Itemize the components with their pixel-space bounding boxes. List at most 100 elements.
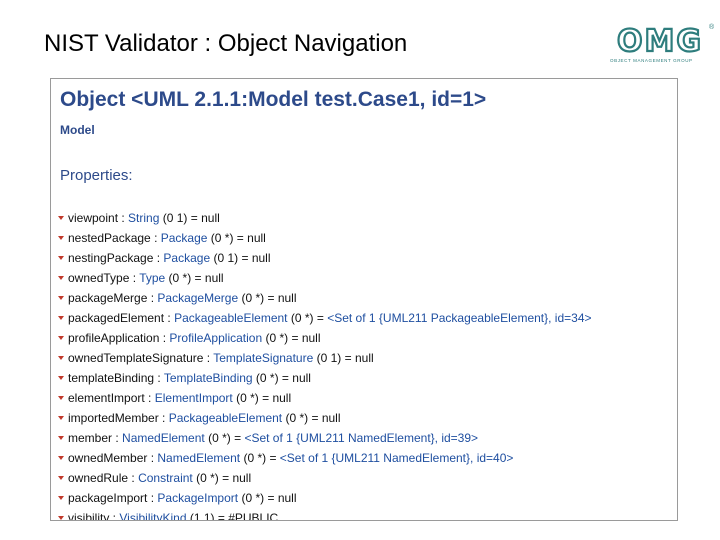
expand-triangle-icon[interactable] — [58, 255, 64, 260]
omg-logo-text: OMG — [617, 24, 703, 58]
property-type-link[interactable]: PackageableElement — [174, 311, 287, 325]
property-name: elementImport — [68, 391, 145, 405]
property-separator: : — [112, 431, 123, 445]
property-row-ownedType: ownedType : Type (0 *) = null — [58, 268, 592, 288]
expand-triangle-icon[interactable] — [58, 355, 64, 360]
property-row-elementImport: elementImport : ElementImport (0 *) = nu… — [58, 388, 592, 408]
property-row-viewpoint: viewpoint : String (0 1) = null — [58, 208, 592, 228]
property-separator: : — [154, 371, 164, 385]
property-type-link[interactable]: VisibilityKind — [119, 511, 186, 520]
expand-triangle-icon[interactable] — [58, 475, 64, 480]
property-value: null — [354, 351, 374, 365]
property-list: viewpoint : String (0 1) = null nestedPac… — [58, 208, 592, 521]
property-separator: : — [128, 471, 139, 485]
property-separator: : — [144, 391, 155, 405]
property-multiplicity: (0 *) = — [207, 231, 248, 245]
property-name: importedMember — [68, 411, 159, 425]
property-value-link[interactable]: <Set of 1 {UML211 NamedElement}, id=40> — [280, 451, 514, 465]
registered-mark: ® — [709, 24, 715, 31]
property-value: #PUBLIC — [228, 511, 279, 521]
property-type-link[interactable]: Package — [163, 251, 210, 265]
property-multiplicity: (0 *) = — [282, 411, 322, 425]
expand-triangle-icon[interactable] — [58, 415, 64, 420]
property-type-link[interactable]: Type — [139, 271, 165, 285]
expand-triangle-icon[interactable] — [58, 215, 64, 220]
expand-triangle-icon[interactable] — [58, 435, 64, 440]
property-value: null — [272, 391, 292, 405]
expand-triangle-icon[interactable] — [58, 395, 64, 400]
property-separator: : — [147, 491, 158, 505]
property-value: null — [277, 491, 297, 505]
property-multiplicity: (0 1) = — [210, 251, 252, 265]
property-separator: : — [129, 271, 140, 285]
property-multiplicity: (1 1) = — [186, 511, 229, 521]
property-separator: : — [147, 291, 158, 305]
property-name: ownedTemplateSignature — [68, 351, 204, 365]
property-separator: : — [158, 411, 169, 425]
expand-triangle-icon[interactable] — [58, 275, 64, 280]
property-value: null — [247, 231, 266, 245]
property-name: member — [68, 431, 113, 445]
property-separator: : — [164, 311, 175, 325]
property-type-link[interactable]: PackageableElement — [169, 411, 282, 425]
property-separator: : — [147, 451, 158, 465]
property-multiplicity: (0 *) = — [232, 391, 273, 405]
property-value-link[interactable]: <Set of 1 {UML211 NamedElement}, id=39> — [244, 431, 478, 445]
property-value: null — [321, 411, 341, 425]
property-row-member: member : NamedElement (0 *) = <Set of 1 … — [58, 428, 592, 448]
property-type-link[interactable]: PackageMerge — [157, 291, 238, 305]
expand-triangle-icon[interactable] — [58, 235, 64, 240]
model-type-link[interactable]: Model — [60, 123, 95, 137]
property-type-link[interactable]: String — [128, 211, 159, 225]
property-value: null — [301, 331, 321, 345]
property-separator: : — [118, 211, 129, 225]
property-multiplicity: (0 *) = — [238, 491, 278, 505]
property-type-link[interactable]: TemplateSignature — [213, 351, 313, 365]
property-name: nestedPackage — [68, 231, 151, 245]
property-name: packageMerge — [68, 291, 148, 305]
property-value-link[interactable]: <Set of 1 {UML211 PackageableElement}, i… — [327, 311, 591, 325]
property-value: null — [201, 211, 220, 225]
property-row-profileApplication: profileApplication : ProfileApplication … — [58, 328, 592, 348]
property-row-ownedTemplateSignature: ownedTemplateSignature : TemplateSignatu… — [58, 348, 592, 368]
expand-triangle-icon[interactable] — [58, 335, 64, 340]
property-type-link[interactable]: TemplateBinding — [164, 371, 253, 385]
property-multiplicity: (0 *) = — [165, 271, 205, 285]
property-type-link[interactable]: Constraint — [138, 471, 193, 485]
property-type-link[interactable]: PackageImport — [157, 491, 238, 505]
object-heading: Object <UML 2.1.1:Model test.Case1, id=1… — [60, 88, 487, 111]
property-multiplicity: (0 *) = — [192, 471, 233, 485]
property-type-link[interactable]: Package — [161, 231, 208, 245]
expand-triangle-icon[interactable] — [58, 315, 64, 320]
property-row-importedMember: importedMember : PackageableElement (0 *… — [58, 408, 592, 428]
property-separator: : — [150, 231, 161, 245]
property-row-nestedPackage: nestedPackage : Package (0 *) = null — [58, 228, 592, 248]
property-name: ownedMember — [68, 451, 148, 465]
property-type-link[interactable]: ElementImport — [155, 391, 233, 405]
object-navigation-panel: Object <UML 2.1.1:Model test.Case1, id=1… — [50, 78, 678, 521]
property-separator: : — [203, 351, 214, 365]
property-multiplicity: (0 *) = — [240, 451, 280, 465]
omg-logo-subtitle: OBJECT MANAGEMENT GROUP — [610, 58, 693, 63]
property-name: visibility — [68, 511, 110, 521]
property-type-link[interactable]: NamedElement — [122, 431, 205, 445]
expand-triangle-icon[interactable] — [58, 295, 64, 300]
property-type-link[interactable]: ProfileApplication — [169, 331, 262, 345]
expand-triangle-icon[interactable] — [58, 495, 64, 500]
property-name: packagedElement — [68, 311, 165, 325]
property-multiplicity: (0 *) = — [287, 311, 328, 325]
property-type-link[interactable]: NamedElement — [157, 451, 240, 465]
property-name: nestingPackage — [68, 251, 154, 265]
properties-label: Properties: — [60, 167, 133, 184]
property-separator: : — [159, 331, 170, 345]
expand-triangle-icon[interactable] — [58, 515, 64, 520]
property-row-templateBinding: templateBinding : TemplateBinding (0 *) … — [58, 368, 592, 388]
property-value: null — [251, 251, 271, 265]
expand-triangle-icon[interactable] — [58, 375, 64, 380]
omg-logo: OMG ® OBJECT MANAGEMENT GROUP — [610, 23, 715, 68]
property-separator: : — [109, 511, 120, 521]
property-row-ownedMember: ownedMember : NamedElement (0 *) = <Set … — [58, 448, 592, 468]
expand-triangle-icon[interactable] — [58, 455, 64, 460]
property-separator: : — [153, 251, 164, 265]
property-value: null — [292, 371, 311, 385]
